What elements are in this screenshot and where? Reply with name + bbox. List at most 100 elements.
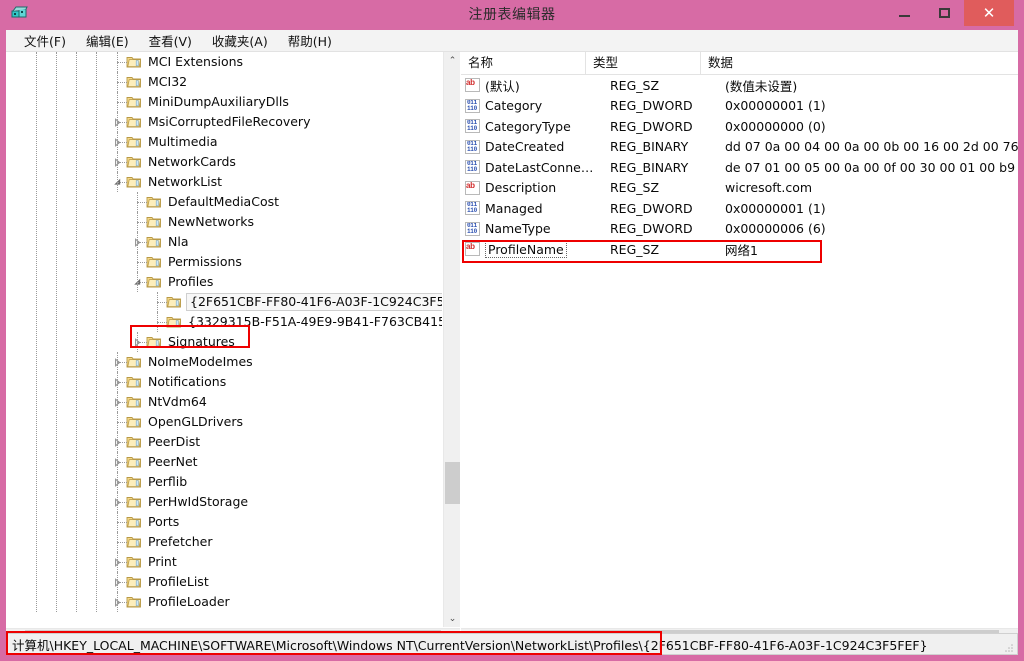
value-name-cell: DateLastConne…: [485, 160, 610, 175]
registry-tree[interactable]: MCI Extensions MCI32 MiniDumpAuxiliaryDlls…: [6, 52, 442, 627]
tree-item[interactable]: {2F651CBF-FF80-41F6-A03F-1C924C3F5FEF}: [6, 292, 442, 312]
tree-item[interactable]: Nla: [6, 232, 442, 252]
tree-guide-line: [117, 422, 127, 423]
value-row[interactable]: 011 110 Category REG_DWORD 0x00000001 (1): [461, 96, 1018, 117]
folder-icon: [126, 535, 142, 549]
tree-item[interactable]: Profiles: [6, 272, 442, 292]
tree-guide-line: [117, 502, 127, 503]
tree-item[interactable]: Signatures: [6, 332, 442, 352]
tree-item[interactable]: NtVdm64: [6, 392, 442, 412]
tree-scroll-up-icon[interactable]: ⌃: [444, 52, 460, 69]
tree-item[interactable]: MCI Extensions: [6, 52, 442, 72]
value-row[interactable]: 011 110 NameType REG_DWORD 0x00000006 (6): [461, 219, 1018, 240]
tree-item[interactable]: NoImeModeImes: [6, 352, 442, 372]
tree-item[interactable]: ProfileList: [6, 572, 442, 592]
value-name-cell: Description: [485, 180, 610, 195]
value-type-cell: REG_DWORD: [610, 118, 693, 134]
tree-guide-line: [117, 152, 118, 172]
tree-guide-line: [117, 572, 118, 592]
tree-item-label: ProfileList: [148, 574, 209, 589]
tree-item[interactable]: Prefetcher: [6, 532, 442, 552]
menu-favorites[interactable]: 收藏夹(A): [202, 29, 278, 52]
tree-guide-line: [117, 372, 118, 392]
value-row[interactable]: 011 110 DateCreated REG_BINARY dd 07 0a 00 0…: [461, 137, 1018, 158]
close-button[interactable]: ✕: [964, 0, 1014, 26]
column-header-type[interactable]: 类型: [586, 52, 701, 74]
tree-item[interactable]: Multimedia: [6, 132, 442, 152]
tree-guide-line: [117, 582, 127, 583]
tree-guide-line: [117, 532, 118, 552]
tree-guide-line: [137, 262, 147, 263]
tree-vertical-scrollbar[interactable]: ⌃ ⌄: [443, 52, 460, 627]
column-header-name[interactable]: 名称: [461, 52, 586, 74]
value-row[interactable]: ab ProfileName REG_SZ 网络1: [461, 239, 1018, 260]
minimize-button[interactable]: [884, 0, 924, 26]
tree-item[interactable]: ProfileLoader: [6, 592, 442, 612]
folder-icon: [126, 155, 142, 169]
tree-item[interactable]: Print: [6, 552, 442, 572]
tree-guide-line: [117, 562, 127, 563]
value-data-cell: de 07 01 00 05 00 0a 00 0f 00 30 00 01 0…: [725, 159, 1018, 175]
value-type-cell: REG_SZ: [610, 241, 660, 257]
tree-item[interactable]: DefaultMediaCost: [6, 192, 442, 212]
tree-item[interactable]: Ports: [6, 512, 442, 532]
value-name-text: CategoryType: [485, 118, 571, 134]
folder-icon: [146, 335, 162, 349]
tree-item[interactable]: MiniDumpAuxiliaryDlls: [6, 92, 442, 112]
column-header-data[interactable]: 数据: [701, 52, 1018, 74]
tree-guide-line: [117, 592, 118, 612]
tree-guide-line: [137, 272, 138, 292]
folder-icon: [126, 415, 142, 429]
tree-item[interactable]: PeerDist: [6, 432, 442, 452]
tree-item[interactable]: {3329315B-F51A-49E9-9B41-F763CB41589C}: [6, 312, 442, 332]
tree-vscroll-thumb[interactable]: [445, 462, 460, 504]
menu-file[interactable]: 文件(F): [14, 29, 76, 52]
menu-bar: 文件(F) 编辑(E) 查看(V) 收藏夹(A) 帮助(H): [6, 30, 1018, 52]
value-row[interactable]: 011 110 DateLastConne… REG_BINARY de 07 01 0…: [461, 157, 1018, 178]
registry-values-pane: 名称 类型 数据 ab (默认) REG_SZ (数值未设置) 011 110 Catego…: [461, 52, 1018, 645]
tree-item[interactable]: PeerNet: [6, 452, 442, 472]
tree-item-label: PerHwIdStorage: [148, 494, 249, 509]
tree-item-label: PeerNet: [148, 454, 198, 469]
string-value-icon: ab: [465, 180, 480, 195]
menu-view[interactable]: 查看(V): [139, 29, 202, 52]
tree-item[interactable]: Notifications: [6, 372, 442, 392]
tree-item[interactable]: Perflib: [6, 472, 442, 492]
dword-value-icon: 011 110: [465, 98, 480, 113]
tree-guide-line: [157, 302, 167, 303]
tree-guide-line: [117, 522, 127, 523]
value-data-cell: 0x00000000 (0): [725, 118, 826, 134]
tree-item[interactable]: NewNetworks: [6, 212, 442, 232]
tree-scroll-down-icon[interactable]: ⌄: [444, 610, 460, 627]
folder-icon: [126, 495, 142, 509]
value-row[interactable]: ab (默认) REG_SZ (数值未设置): [461, 75, 1018, 96]
folder-icon: [126, 355, 142, 369]
folder-icon: [126, 55, 142, 69]
minimize-icon: [898, 15, 910, 17]
folder-icon: [126, 95, 142, 109]
tree-item[interactable]: MsiCorruptedFileRecovery: [6, 112, 442, 132]
menu-help[interactable]: 帮助(H): [278, 29, 342, 52]
tree-guide-line: [117, 552, 118, 572]
tree-item-label: OpenGLDrivers: [148, 414, 244, 429]
resize-grip-icon[interactable]: [1004, 642, 1014, 652]
tree-guide-line: [117, 402, 127, 403]
value-row[interactable]: ab Description REG_SZ wicresoft.com: [461, 178, 1018, 199]
values-list[interactable]: ab (默认) REG_SZ (数值未设置) 011 110 Category REG_DWO…: [461, 75, 1018, 627]
tree-guide-line: [137, 232, 138, 252]
value-name-cell: Category: [485, 98, 610, 113]
tree-item[interactable]: PerHwIdStorage: [6, 492, 442, 512]
tree-guide-line: [117, 352, 118, 372]
menu-edit[interactable]: 编辑(E): [76, 29, 139, 52]
maximize-button[interactable]: [924, 0, 964, 26]
tree-item[interactable]: MCI32: [6, 72, 442, 92]
value-row[interactable]: 011 110 Managed REG_DWORD 0x00000001 (1): [461, 198, 1018, 219]
value-row[interactable]: 011 110 CategoryType REG_DWORD 0x00000000 (0…: [461, 116, 1018, 137]
tree-item[interactable]: Permissions: [6, 252, 442, 272]
tree-guide-line: [117, 512, 118, 532]
tree-item[interactable]: OpenGLDrivers: [6, 412, 442, 432]
tree-guide-line: [117, 112, 118, 132]
registry-editor-window: 注册表编辑器 ✕ 文件(F) 编辑(E) 查看(V) 收藏夹(A) 帮助(H) …: [0, 0, 1024, 661]
tree-item[interactable]: NetworkCards: [6, 152, 442, 172]
tree-item[interactable]: NetworkList: [6, 172, 442, 192]
